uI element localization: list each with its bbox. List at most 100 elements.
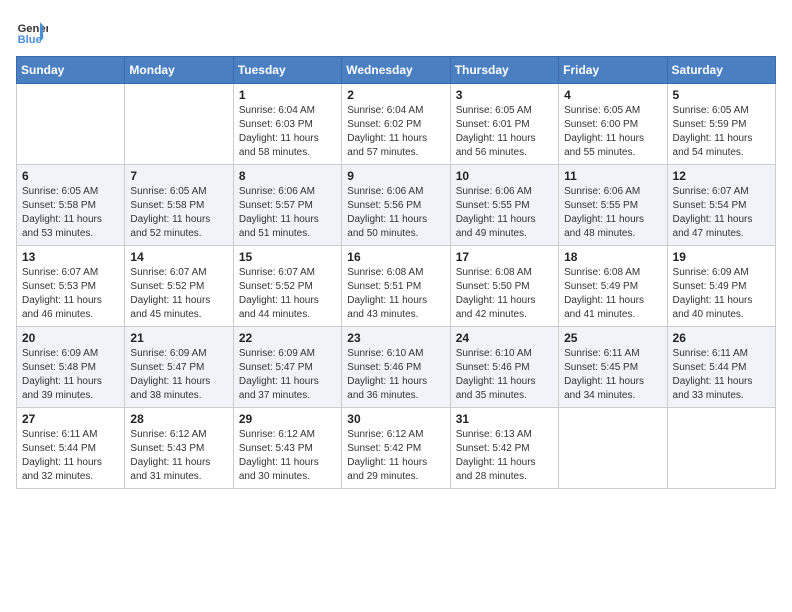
calendar-cell: 14Sunrise: 6:07 AMSunset: 5:52 PMDayligh… xyxy=(125,246,233,327)
day-number: 23 xyxy=(347,331,444,345)
weekday-header-saturday: Saturday xyxy=(667,57,775,84)
weekday-header-wednesday: Wednesday xyxy=(342,57,450,84)
day-detail: Sunrise: 6:05 AMSunset: 5:58 PMDaylight:… xyxy=(130,186,210,239)
day-number: 17 xyxy=(456,250,553,264)
calendar-week-row: 6 Sunrise: 6:05 AMSunset: 5:58 PMDaylight… xyxy=(17,165,776,246)
day-number: 4 xyxy=(564,88,661,102)
day-number: 12 xyxy=(673,169,770,183)
calendar-cell: 16Sunrise: 6:08 AMSunset: 5:51 PMDayligh… xyxy=(342,246,450,327)
weekday-header-tuesday: Tuesday xyxy=(233,57,341,84)
day-number: 30 xyxy=(347,412,444,426)
calendar-cell: 4 Sunrise: 6:05 AMSunset: 6:00 PMDaylight… xyxy=(559,84,667,165)
calendar-cell: 23Sunrise: 6:10 AMSunset: 5:46 PMDayligh… xyxy=(342,327,450,408)
calendar-cell: 18 Sunrise: 6:08 AMSunset: 5:49 PMDayligh… xyxy=(559,246,667,327)
calendar-cell: 12 Sunrise: 6:07 AMSunset: 5:54 PMDayligh… xyxy=(667,165,775,246)
day-detail: Sunrise: 6:06 AMSunset: 5:56 PMDaylight:… xyxy=(347,186,427,239)
day-detail: Sunrise: 6:04 AMSunset: 6:03 PMDaylight:… xyxy=(239,105,319,158)
day-number: 3 xyxy=(456,88,553,102)
day-detail: Sunrise: 6:09 AMSunset: 5:49 PMDaylight:… xyxy=(673,267,753,320)
logo-icon: General Blue xyxy=(16,16,48,48)
calendar-cell: 17 Sunrise: 6:08 AMSunset: 5:50 PMDayligh… xyxy=(450,246,558,327)
day-detail: Sunrise: 6:11 AMSunset: 5:45 PMDaylight:… xyxy=(564,348,644,401)
day-number: 7 xyxy=(130,169,227,183)
calendar-cell: 26 Sunrise: 6:11 AMSunset: 5:44 PMDayligh… xyxy=(667,327,775,408)
calendar-cell: 9Sunrise: 6:06 AMSunset: 5:56 PMDaylight… xyxy=(342,165,450,246)
day-number: 28 xyxy=(130,412,227,426)
calendar-cell xyxy=(125,84,233,165)
day-detail: Sunrise: 6:08 AMSunset: 5:51 PMDaylight:… xyxy=(347,267,427,320)
weekday-header-row: SundayMondayTuesdayWednesdayThursdayFrid… xyxy=(17,57,776,84)
svg-text:General: General xyxy=(18,23,48,35)
svg-text:Blue: Blue xyxy=(18,34,42,46)
calendar-cell xyxy=(667,408,775,489)
day-number: 13 xyxy=(22,250,119,264)
day-number: 20 xyxy=(22,331,119,345)
day-detail: Sunrise: 6:06 AMSunset: 5:55 PMDaylight:… xyxy=(564,186,644,239)
calendar-cell: 7 Sunrise: 6:05 AMSunset: 5:58 PMDaylight… xyxy=(125,165,233,246)
day-number: 10 xyxy=(456,169,553,183)
day-number: 5 xyxy=(673,88,770,102)
calendar-cell: 3 Sunrise: 6:05 AMSunset: 6:01 PMDaylight… xyxy=(450,84,558,165)
day-number: 1 xyxy=(239,88,336,102)
calendar-table: SundayMondayTuesdayWednesdayThursdayFrid… xyxy=(16,56,776,489)
day-detail: Sunrise: 6:08 AMSunset: 5:49 PMDaylight:… xyxy=(564,267,644,320)
day-detail: Sunrise: 6:12 AMSunset: 5:43 PMDaylight:… xyxy=(239,429,319,482)
day-detail: Sunrise: 6:07 AMSunset: 5:53 PMDaylight:… xyxy=(22,267,102,320)
day-number: 18 xyxy=(564,250,661,264)
day-detail: Sunrise: 6:10 AMSunset: 5:46 PMDaylight:… xyxy=(456,348,536,401)
calendar-cell: 27Sunrise: 6:11 AMSunset: 5:44 PMDayligh… xyxy=(17,408,125,489)
day-number: 22 xyxy=(239,331,336,345)
day-detail: Sunrise: 6:12 AMSunset: 5:43 PMDaylight:… xyxy=(130,429,210,482)
day-detail: Sunrise: 6:05 AMSunset: 6:00 PMDaylight:… xyxy=(564,105,644,158)
day-detail: Sunrise: 6:09 AMSunset: 5:47 PMDaylight:… xyxy=(130,348,210,401)
calendar-cell xyxy=(559,408,667,489)
day-number: 26 xyxy=(673,331,770,345)
calendar-week-row: 20Sunrise: 6:09 AMSunset: 5:48 PMDayligh… xyxy=(17,327,776,408)
weekday-header-friday: Friday xyxy=(559,57,667,84)
day-detail: Sunrise: 6:11 AMSunset: 5:44 PMDaylight:… xyxy=(673,348,753,401)
calendar-cell: 10 Sunrise: 6:06 AMSunset: 5:55 PMDayligh… xyxy=(450,165,558,246)
day-detail: Sunrise: 6:11 AMSunset: 5:44 PMDaylight:… xyxy=(22,429,102,482)
day-detail: Sunrise: 6:13 AMSunset: 5:42 PMDaylight:… xyxy=(456,429,536,482)
day-detail: Sunrise: 6:08 AMSunset: 5:50 PMDaylight:… xyxy=(456,267,536,320)
calendar-cell: 30Sunrise: 6:12 AMSunset: 5:42 PMDayligh… xyxy=(342,408,450,489)
day-number: 25 xyxy=(564,331,661,345)
day-detail: Sunrise: 6:04 AMSunset: 6:02 PMDaylight:… xyxy=(347,105,427,158)
calendar-cell: 6 Sunrise: 6:05 AMSunset: 5:58 PMDaylight… xyxy=(17,165,125,246)
day-number: 14 xyxy=(130,250,227,264)
calendar-cell: 13 Sunrise: 6:07 AMSunset: 5:53 PMDayligh… xyxy=(17,246,125,327)
day-number: 21 xyxy=(130,331,227,345)
weekday-header-monday: Monday xyxy=(125,57,233,84)
day-detail: Sunrise: 6:05 AMSunset: 5:58 PMDaylight:… xyxy=(22,186,102,239)
calendar-cell: 24 Sunrise: 6:10 AMSunset: 5:46 PMDayligh… xyxy=(450,327,558,408)
day-detail: Sunrise: 6:07 AMSunset: 5:52 PMDaylight:… xyxy=(239,267,319,320)
day-number: 6 xyxy=(22,169,119,183)
calendar-week-row: 27Sunrise: 6:11 AMSunset: 5:44 PMDayligh… xyxy=(17,408,776,489)
day-detail: Sunrise: 6:05 AMSunset: 5:59 PMDaylight:… xyxy=(673,105,753,158)
day-detail: Sunrise: 6:06 AMSunset: 5:57 PMDaylight:… xyxy=(239,186,319,239)
day-detail: Sunrise: 6:05 AMSunset: 6:01 PMDaylight:… xyxy=(456,105,536,158)
logo: General Blue xyxy=(16,16,48,48)
day-number: 24 xyxy=(456,331,553,345)
calendar-cell: 21 Sunrise: 6:09 AMSunset: 5:47 PMDayligh… xyxy=(125,327,233,408)
day-number: 19 xyxy=(673,250,770,264)
calendar-cell: 29Sunrise: 6:12 AMSunset: 5:43 PMDayligh… xyxy=(233,408,341,489)
calendar-cell: 2 Sunrise: 6:04 AMSunset: 6:02 PMDaylight… xyxy=(342,84,450,165)
calendar-cell: 5 Sunrise: 6:05 AMSunset: 5:59 PMDaylight… xyxy=(667,84,775,165)
weekday-header-thursday: Thursday xyxy=(450,57,558,84)
calendar-cell: 8Sunrise: 6:06 AMSunset: 5:57 PMDaylight… xyxy=(233,165,341,246)
header: General Blue xyxy=(16,16,776,48)
day-number: 31 xyxy=(456,412,553,426)
calendar-cell: 11 Sunrise: 6:06 AMSunset: 5:55 PMDayligh… xyxy=(559,165,667,246)
calendar-cell: 25 Sunrise: 6:11 AMSunset: 5:45 PMDayligh… xyxy=(559,327,667,408)
day-number: 11 xyxy=(564,169,661,183)
day-detail: Sunrise: 6:07 AMSunset: 5:54 PMDaylight:… xyxy=(673,186,753,239)
day-detail: Sunrise: 6:06 AMSunset: 5:55 PMDaylight:… xyxy=(456,186,536,239)
calendar-week-row: 1 Sunrise: 6:04 AMSunset: 6:03 PMDaylight… xyxy=(17,84,776,165)
calendar-cell: 28 Sunrise: 6:12 AMSunset: 5:43 PMDayligh… xyxy=(125,408,233,489)
day-number: 2 xyxy=(347,88,444,102)
calendar-week-row: 13 Sunrise: 6:07 AMSunset: 5:53 PMDayligh… xyxy=(17,246,776,327)
day-detail: Sunrise: 6:09 AMSunset: 5:47 PMDaylight:… xyxy=(239,348,319,401)
calendar-cell: 20Sunrise: 6:09 AMSunset: 5:48 PMDayligh… xyxy=(17,327,125,408)
calendar-cell: 19 Sunrise: 6:09 AMSunset: 5:49 PMDayligh… xyxy=(667,246,775,327)
